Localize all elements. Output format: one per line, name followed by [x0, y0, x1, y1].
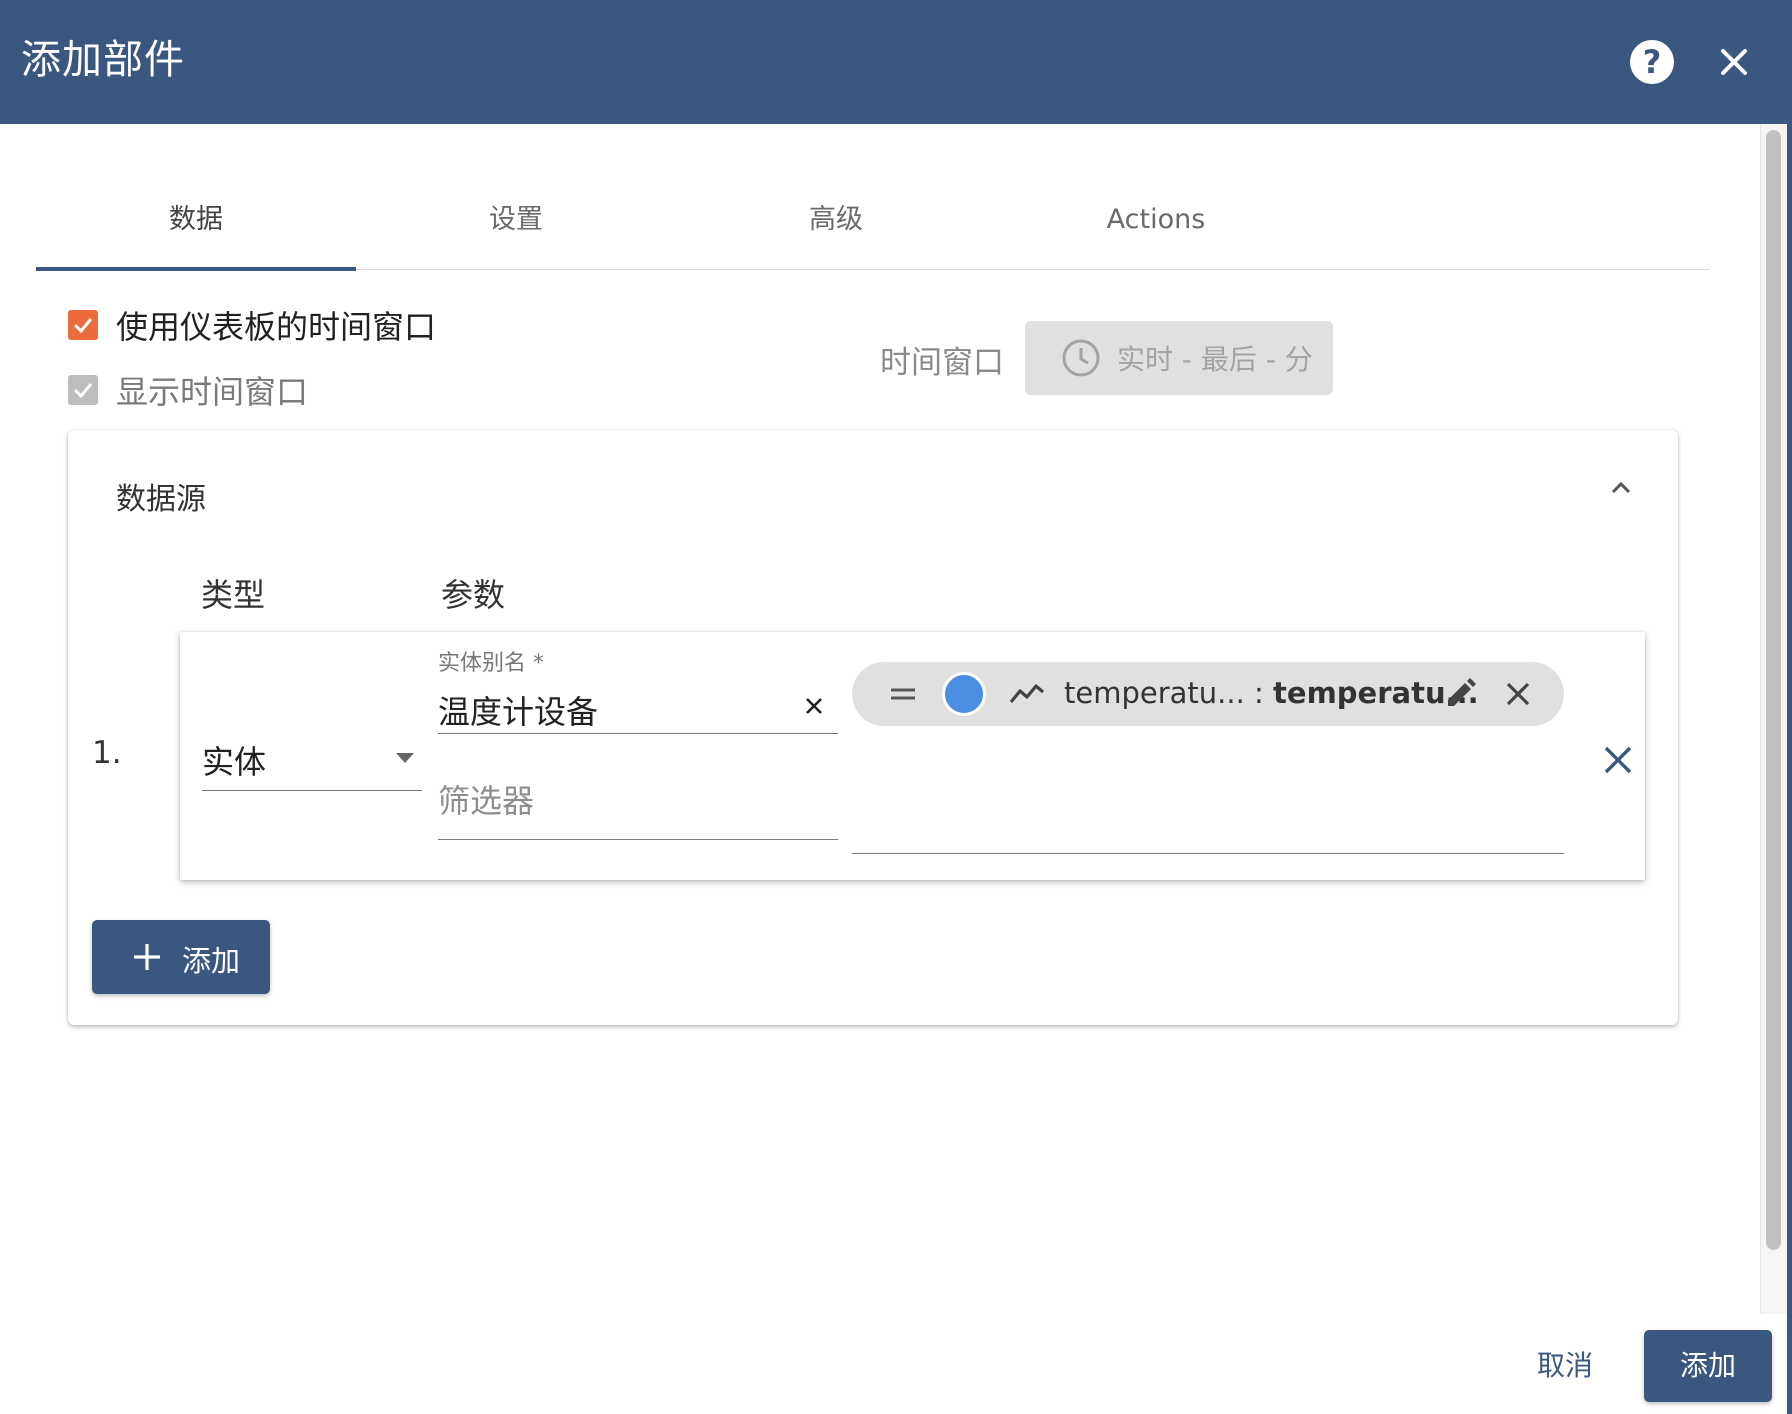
active-tab-indicator [36, 267, 356, 271]
dialog-edge [1787, 0, 1792, 1414]
data-key-text: temperatu... : temperatu... [1064, 676, 1479, 710]
use-dashboard-timewindow-checkbox[interactable]: 使用仪表板的时间窗口 [68, 305, 437, 346]
datasource-type-value: 实体 [202, 743, 267, 781]
chevron-up-icon[interactable] [1603, 470, 1639, 506]
add-widget-button[interactable]: 添加 [1644, 1330, 1772, 1402]
help-icon[interactable]: ? [1630, 40, 1674, 84]
display-timewindow-label: 显示时间窗口 [116, 373, 309, 411]
timewindow-label: 时间窗口 [880, 345, 1004, 381]
tab-settings[interactable]: 设置 [356, 180, 676, 270]
cancel-button[interactable]: 取消 [1510, 1330, 1620, 1402]
data-key-chip[interactable]: temperatu... : temperatu... [852, 662, 1564, 726]
column-header-params: 参数 [441, 576, 506, 614]
key-color-swatch[interactable] [942, 672, 986, 716]
column-header-type: 类型 [201, 576, 266, 614]
edit-pencil-icon[interactable] [1442, 676, 1478, 712]
close-icon[interactable] [1710, 38, 1758, 86]
dropdown-arrow-icon [396, 753, 414, 763]
display-timewindow-checkbox[interactable]: 显示时间窗口 [68, 370, 309, 411]
datasource-row-index: 1. [92, 735, 122, 771]
use-dashboard-timewindow-label: 使用仪表板的时间窗口 [116, 308, 437, 346]
datasource-row: 实体 实体别名 * 温度计设备 筛选器 temperatu...: tempe… [180, 632, 1645, 880]
filter-field[interactable] [438, 762, 838, 840]
entity-alias-field[interactable]: 实体别名 * 温度计设备 [438, 642, 838, 734]
checkbox-checked-disabled-icon[interactable] [68, 375, 98, 405]
scrollbar-thumb[interactable] [1766, 130, 1781, 1250]
timewindow-value: 实时 - 最后 - 分 [1117, 343, 1313, 376]
remove-datasource-icon[interactable] [1600, 742, 1636, 778]
tab-data[interactable]: 数据 [36, 180, 356, 270]
datasources-title: 数据源 [116, 482, 206, 517]
clear-alias-icon[interactable] [798, 690, 830, 722]
data-key-label: temperatu... [1064, 676, 1245, 710]
tab-advanced[interactable]: 高级 [676, 180, 996, 270]
add-datasource-label: 添加 [182, 944, 241, 978]
timewindow-button[interactable]: 实时 - 最后 - 分 [1025, 321, 1333, 395]
clock-icon [1062, 339, 1100, 377]
drag-handle-icon[interactable] [888, 682, 918, 706]
tab-bar: 数据 设置 高级 Actions [36, 180, 1710, 271]
timeseries-icon [1008, 680, 1046, 708]
add-widget-dialog: 添加部件 ? 数据 设置 高级 Actions 使用仪表板的时间窗口 显示时间窗… [0, 0, 1792, 1414]
entity-alias-label: 实体别名 * [438, 651, 544, 676]
checkbox-checked-icon[interactable] [68, 310, 98, 340]
dialog-title: 添加部件 [21, 37, 185, 83]
data-key-separator: : [1244, 676, 1274, 710]
entity-alias-value: 温度计设备 [438, 693, 599, 731]
data-keys-field[interactable]: temperatu... : temperatu... [852, 662, 1564, 854]
dialog-header: 添加部件 ? [0, 0, 1787, 124]
datasource-type-select[interactable]: 实体 [202, 727, 422, 791]
remove-key-icon[interactable] [1500, 676, 1536, 712]
add-datasource-button[interactable]: 添加 [92, 920, 270, 994]
tab-actions[interactable]: Actions [996, 180, 1316, 270]
filter-input[interactable] [438, 782, 838, 820]
plus-icon [134, 944, 160, 970]
datasources-panel: 数据源 类型 参数 1. 实体 实体别名 * 温度计设备 筛选器 tempera… [68, 430, 1678, 1025]
